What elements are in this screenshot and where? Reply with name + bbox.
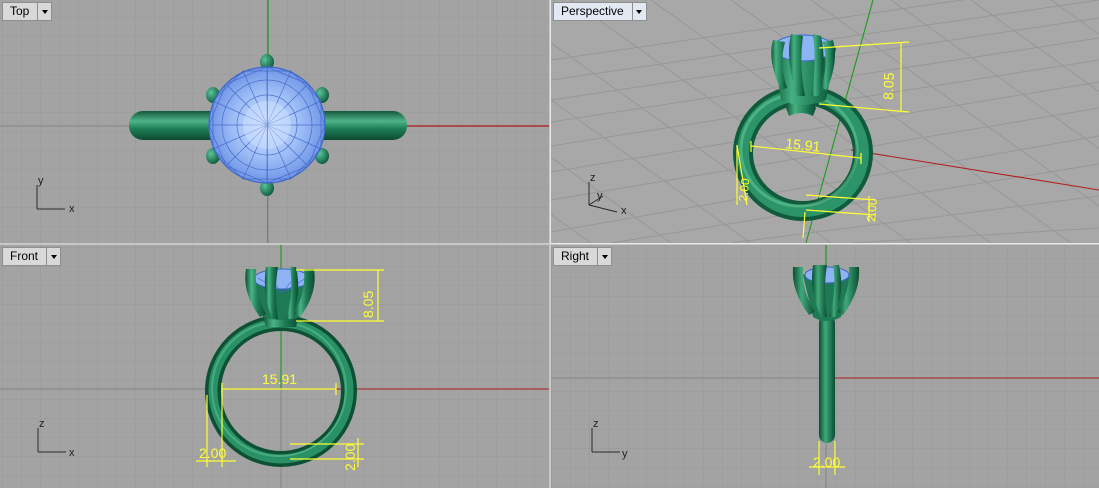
viewport-tab-front[interactable]: Front [2,247,62,266]
perspective-viewport-canvas[interactable]: 8.05 15.91 2.00 2.00 z y x [551,0,1099,243]
viewport-title: Top [10,4,30,18]
viewport-title: Front [10,249,39,263]
right-viewport-canvas[interactable]: 2.00 z y [551,245,1099,488]
dimension-band-thickness: 2.00 [342,444,358,471]
chevron-down-icon[interactable] [631,3,646,20]
front-viewport-canvas[interactable]: 8.05 15.91 2.00 2.00 z x [0,245,549,488]
viewport-tab-perspective[interactable]: Perspective [553,2,647,21]
chevron-down-icon[interactable] [37,3,51,20]
axis-label-y: y [597,190,603,202]
dimension-band-width: 2.00 [736,177,752,202]
dimension-height: 8.05 [880,72,897,100]
viewport-tab-top[interactable]: Top [2,2,53,21]
dimension-band-thickness: 2.00 [864,197,880,222]
dimension-band-width: 2.00 [199,445,226,461]
chevron-down-icon[interactable] [46,248,60,265]
top-viewport-canvas[interactable]: y x [0,0,549,243]
chevron-down-icon[interactable] [597,248,611,265]
viewport-title: Perspective [561,4,624,18]
axis-label-z: z [39,418,45,430]
axis-label-x: x [69,203,75,215]
axis-label-x: x [621,205,627,217]
dimension-inner-diameter: 15.91 [262,371,297,387]
axis-label-y: y [622,448,628,460]
dimension-height: 8.05 [360,291,376,318]
axis-label-x: x [69,447,75,459]
viewport-top[interactable]: y x Top [0,0,549,243]
viewport-title: Right [561,249,590,263]
dimension-band-width: 2.00 [813,454,840,470]
viewport-perspective[interactable]: 8.05 15.91 2.00 2.00 z y x Perspective [550,0,1099,244]
axis-label-z: z [593,418,599,430]
viewport-front[interactable]: 8.05 15.91 2.00 2.00 z x Front [0,245,549,488]
axis-label-y: y [38,175,44,187]
viewport-right[interactable]: 2.00 z y Right [551,245,1099,488]
viewport-tab-right[interactable]: Right [553,247,613,266]
axis-label-z: z [590,172,596,184]
